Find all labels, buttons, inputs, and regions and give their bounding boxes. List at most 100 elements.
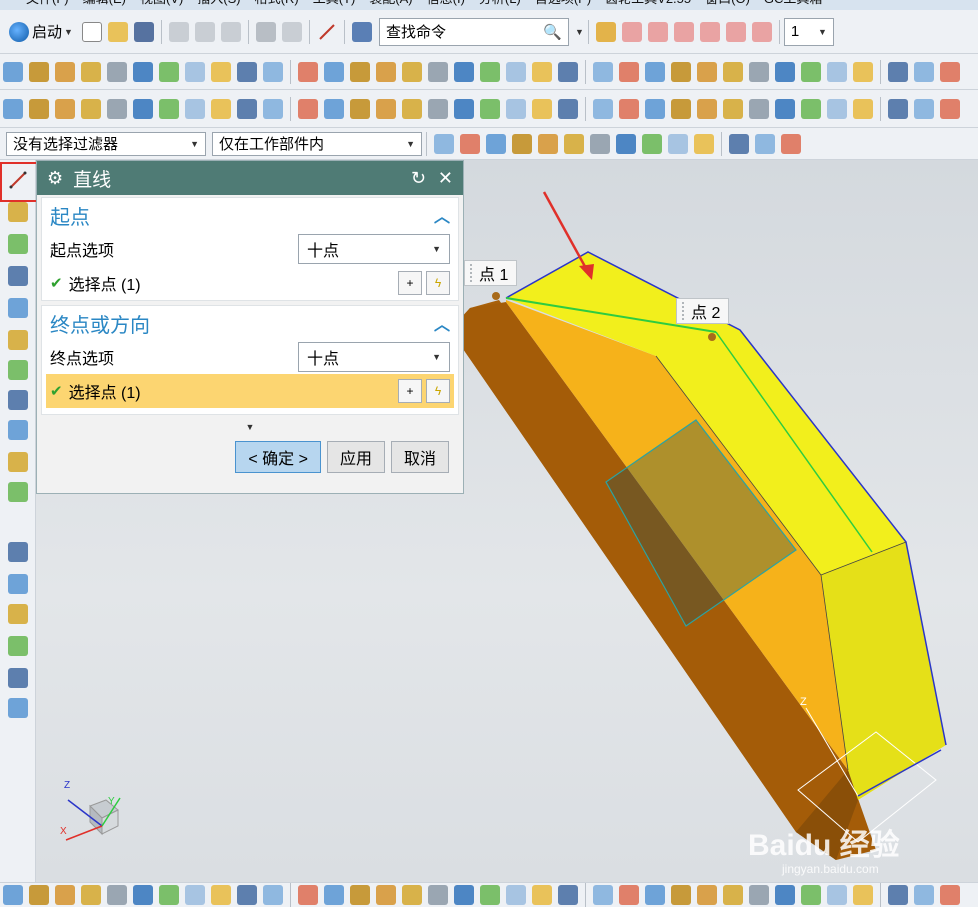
menu-item[interactable]: 工具(T) bbox=[313, 0, 356, 6]
modeling-tool-icon[interactable] bbox=[593, 98, 613, 119]
feature-tool-icon[interactable] bbox=[159, 61, 179, 82]
feature-tool-icon[interactable] bbox=[3, 61, 23, 82]
view-tool-icon[interactable] bbox=[159, 885, 179, 905]
view-tool-icon[interactable] bbox=[298, 885, 318, 905]
menu-item[interactable]: 插入(S) bbox=[197, 0, 240, 6]
feature-tool-icon[interactable] bbox=[940, 61, 960, 82]
feature-tool-icon[interactable] bbox=[480, 61, 500, 82]
curve-offset-icon[interactable] bbox=[751, 21, 772, 42]
curve-tool-button[interactable] bbox=[6, 602, 30, 626]
feature-tool-icon[interactable] bbox=[723, 61, 743, 82]
reset-icon[interactable]: ↻ bbox=[411, 168, 426, 189]
modeling-tool-icon[interactable] bbox=[645, 98, 665, 119]
view-tool-icon[interactable] bbox=[185, 885, 205, 905]
dialog-title-bar[interactable]: ⚙ 直线 ↻ ✕ bbox=[37, 161, 463, 195]
feature-tool-icon[interactable] bbox=[914, 61, 934, 82]
point-dialog-button[interactable]: + bbox=[398, 271, 422, 295]
feature-tool-icon[interactable] bbox=[506, 61, 526, 82]
view-tool-icon[interactable] bbox=[749, 885, 769, 905]
modeling-tool-icon[interactable] bbox=[211, 98, 231, 119]
view-tool-icon[interactable] bbox=[81, 885, 101, 905]
feature-tool-icon[interactable] bbox=[645, 61, 665, 82]
drag-handle[interactable] bbox=[681, 301, 685, 321]
feature-tool-icon[interactable] bbox=[853, 61, 873, 82]
view-tool-icon[interactable] bbox=[888, 885, 908, 905]
snap-point-icon[interactable] bbox=[538, 133, 558, 154]
snap-point-icon[interactable] bbox=[616, 133, 636, 154]
modeling-tool-icon[interactable] bbox=[480, 98, 500, 119]
menu-item[interactable]: GC工具箱 bbox=[764, 0, 823, 6]
feature-tool-icon[interactable] bbox=[237, 61, 257, 82]
feature-tool-icon[interactable] bbox=[775, 61, 795, 82]
menu-item[interactable]: 分析(L) bbox=[479, 0, 521, 6]
curve-split-icon[interactable] bbox=[673, 21, 694, 42]
view-tool-icon[interactable] bbox=[237, 885, 257, 905]
inferred-point-button[interactable]: ϟ bbox=[426, 379, 450, 403]
view-tool-icon[interactable] bbox=[940, 885, 960, 905]
feature-tool-icon[interactable] bbox=[107, 61, 127, 82]
view-tool-icon[interactable] bbox=[723, 885, 743, 905]
copy-icon[interactable] bbox=[194, 21, 215, 42]
view-tool-icon[interactable] bbox=[671, 885, 691, 905]
menu-item[interactable]: 首选项(P) bbox=[535, 0, 591, 6]
modeling-tool-icon[interactable] bbox=[81, 98, 101, 119]
chevron-up-icon[interactable]: ︿ bbox=[434, 203, 450, 227]
modeling-tool-icon[interactable] bbox=[749, 98, 769, 119]
snap-point-icon[interactable] bbox=[512, 133, 532, 154]
chevron-up-icon[interactable]: ︿ bbox=[434, 311, 450, 335]
snap-point-icon[interactable] bbox=[642, 133, 662, 154]
view-tool-icon[interactable] bbox=[29, 885, 49, 905]
feature-tool-icon[interactable] bbox=[81, 61, 101, 82]
modeling-tool-icon[interactable] bbox=[29, 98, 49, 119]
point-2-label[interactable]: 点 2 bbox=[676, 298, 730, 324]
gear-icon[interactable]: ⚙ bbox=[47, 168, 63, 189]
modeling-tool-icon[interactable] bbox=[454, 98, 474, 119]
view-tool-icon[interactable] bbox=[263, 885, 283, 905]
save-icon[interactable] bbox=[133, 21, 154, 42]
inferred-point-button[interactable]: ϟ bbox=[426, 271, 450, 295]
menu-item[interactable]: 装配(A) bbox=[369, 0, 412, 6]
modeling-tool-icon[interactable] bbox=[185, 98, 205, 119]
modeling-tool-icon[interactable] bbox=[350, 98, 370, 119]
info-icon[interactable] bbox=[351, 21, 372, 42]
curve-tool-button[interactable] bbox=[6, 450, 30, 474]
modeling-tool-icon[interactable] bbox=[888, 98, 908, 119]
feature-tool-icon[interactable] bbox=[263, 61, 283, 82]
view-tool-icon[interactable] bbox=[801, 885, 821, 905]
start-section-header[interactable]: 起点 ︿ bbox=[42, 198, 458, 232]
modeling-tool-icon[interactable] bbox=[775, 98, 795, 119]
menu-item[interactable]: 格式(R) bbox=[255, 0, 299, 6]
line-tool-button[interactable] bbox=[6, 168, 30, 192]
redo-icon[interactable] bbox=[281, 21, 302, 42]
snap-point-icon[interactable] bbox=[434, 133, 454, 154]
selection-filter-select[interactable]: 没有选择过滤器 ▼ bbox=[6, 131, 206, 156]
view-tool-icon[interactable] bbox=[853, 885, 873, 905]
snap-point-icon[interactable] bbox=[460, 133, 480, 154]
curve-tool-button[interactable] bbox=[6, 480, 30, 504]
view-tool-icon[interactable] bbox=[532, 885, 552, 905]
modeling-tool-icon[interactable] bbox=[723, 98, 743, 119]
snap-icon[interactable] bbox=[595, 21, 616, 42]
cancel-button[interactable]: 取消 bbox=[390, 441, 449, 473]
modeling-tool-icon[interactable] bbox=[107, 98, 127, 119]
ok-button[interactable]: < 确定 > bbox=[235, 441, 321, 473]
modeling-tool-icon[interactable] bbox=[619, 98, 639, 119]
modeling-tool-icon[interactable] bbox=[159, 98, 179, 119]
curve-extend-icon[interactable] bbox=[647, 21, 668, 42]
view-tool-icon[interactable] bbox=[133, 885, 153, 905]
line-tool-icon[interactable] bbox=[317, 22, 337, 42]
modeling-tool-icon[interactable] bbox=[3, 98, 23, 119]
modeling-tool-icon[interactable] bbox=[506, 98, 526, 119]
snap-point-icon[interactable] bbox=[694, 133, 714, 154]
end-select-row[interactable]: ✔ 选择点 (1) + ϟ bbox=[46, 374, 454, 408]
modeling-tool-icon[interactable] bbox=[133, 98, 153, 119]
feature-tool-icon[interactable] bbox=[697, 61, 717, 82]
open-folder-icon[interactable] bbox=[107, 21, 128, 42]
modeling-tool-icon[interactable] bbox=[55, 98, 75, 119]
end-section-header[interactable]: 终点或方向 ︿ bbox=[42, 306, 458, 340]
view-tool-icon[interactable] bbox=[376, 885, 396, 905]
curve-tool-button[interactable] bbox=[6, 296, 30, 320]
paste-icon[interactable] bbox=[220, 21, 241, 42]
view-tool-icon[interactable] bbox=[350, 885, 370, 905]
modeling-tool-icon[interactable] bbox=[801, 98, 821, 119]
